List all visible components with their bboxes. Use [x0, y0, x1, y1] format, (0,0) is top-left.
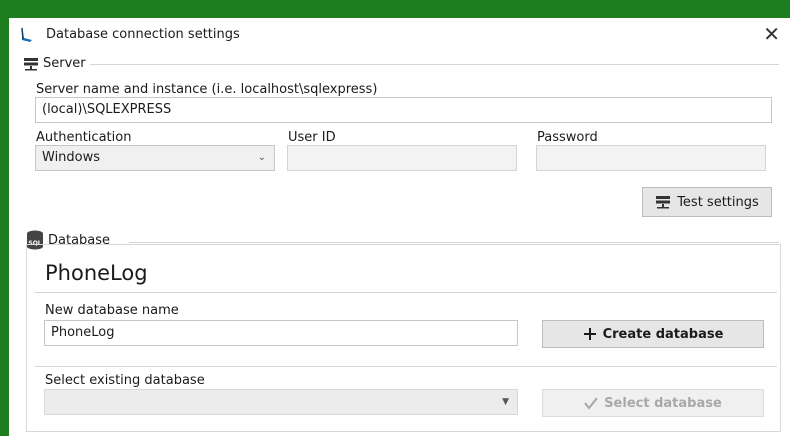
server-group-header: Server	[23, 56, 90, 71]
select-database-label: Select database	[604, 395, 722, 411]
select-database-button[interactable]: Select database	[542, 389, 764, 417]
server-icon	[656, 196, 671, 209]
server-instance-input[interactable]: (local)\SQLEXPRESS	[35, 97, 772, 123]
window-title: Database connection settings	[46, 27, 240, 42]
current-database-name: PhoneLog	[45, 261, 148, 285]
database-group-line	[129, 242, 779, 243]
feather-icon	[21, 27, 32, 42]
chevron-down-icon: ⌄	[257, 152, 266, 163]
test-settings-label: Test settings	[677, 194, 759, 210]
password-label: Password	[537, 130, 598, 145]
close-button[interactable]: ✕	[763, 22, 780, 46]
dropdown-arrow-icon: ▼	[502, 397, 509, 407]
test-settings-button[interactable]: Test settings	[642, 187, 772, 217]
create-database-button[interactable]: Create database	[542, 320, 764, 348]
user-id-label: User ID	[288, 130, 336, 145]
plus-icon	[583, 328, 596, 340]
new-database-input[interactable]: PhoneLog	[44, 320, 518, 346]
title-bar: Database connection settings ✕	[9, 18, 790, 50]
authentication-value: Windows	[42, 150, 101, 165]
authentication-select[interactable]: Windows ⌄	[35, 145, 275, 171]
server-group-line	[89, 64, 779, 65]
existing-database-select[interactable]: ▼	[44, 389, 518, 415]
server-group-label: Server	[43, 56, 86, 71]
create-database-label: Create database	[602, 326, 724, 342]
existing-database-label: Select existing database	[45, 373, 205, 388]
server-icon	[24, 57, 38, 70]
authentication-label: Authentication	[36, 130, 132, 145]
password-input[interactable]	[536, 145, 766, 171]
existing-divider	[35, 366, 777, 367]
server-instance-label: Server name and instance (i.e. localhost…	[36, 82, 378, 97]
new-database-label: New database name	[45, 303, 179, 318]
database-name-divider	[35, 292, 777, 293]
checkmark-icon	[584, 397, 598, 410]
user-id-input[interactable]	[287, 145, 517, 171]
